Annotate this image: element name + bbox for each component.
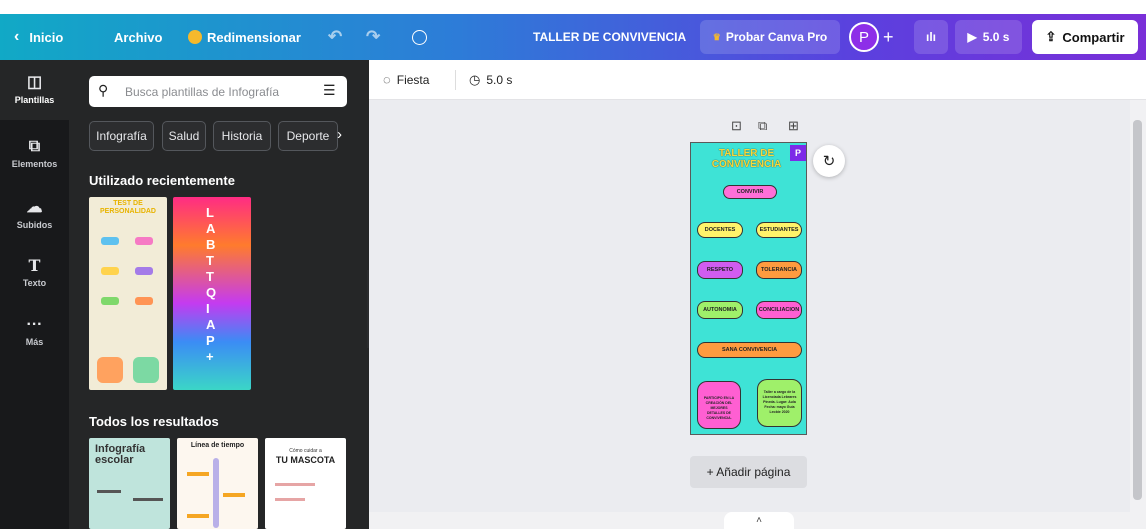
redo-icon[interactable]: ↷ [366,14,380,60]
animation-button[interactable]: ◌ Fiesta [383,72,429,87]
search-icon: ⚲ [98,82,109,98]
template-thumb-mascota[interactable]: Cómo cuidar a TU MASCOTA [265,438,346,529]
horizontal-scrollbar[interactable]: ˄ [369,512,1146,529]
template-thumb-test[interactable]: TEST DE PERSONALIDAD [89,197,167,390]
vertical-scrollbar[interactable] [1130,100,1146,514]
present-button[interactable]: ▶ 5.0 s [955,20,1022,54]
animation-toolbar: ◌ Fiesta ◷ 5.0 s [369,60,1146,100]
undo-icon[interactable]: ↶ [328,14,342,60]
rail-elements[interactable]: ⧉ Elementos [0,138,69,169]
chip-salud[interactable]: Salud [162,121,206,151]
chip-deporte[interactable]: Deporte [278,121,338,151]
top-bar: ‹ Inicio Archivo Redimensionar ↶ ↷ TALLER… [0,14,1146,60]
browser-strip [0,0,1146,14]
elements-icon: ⧉ [28,138,41,155]
clock-icon: ◷ [469,72,481,87]
lock-icon[interactable]: ⊡ [731,118,742,134]
duration-button[interactable]: ◷ 5.0 s [469,72,512,88]
text-icon: T [28,256,41,275]
chip-infografia[interactable]: Infografía [89,121,154,151]
scroll-thumb[interactable] [1133,120,1142,500]
share-button[interactable]: ⇪ Compartir [1032,20,1138,54]
template-thumb-pride[interactable]: LABTTQIAP+ [173,197,251,390]
share-icon: ⇪ [1045,29,1057,44]
rail-templates[interactable]: ◫ Plantillas [0,72,69,105]
rail-uploads[interactable]: ☁ Subidos [0,197,69,230]
more-icon: ··· [26,316,43,333]
resize-button[interactable]: Redimensionar [188,14,301,60]
templates-panel: ⚲ Busca plantillas de Infografía ☰ Infog… [69,60,369,529]
try-pro-button[interactable]: ♛ Probar Canva Pro [700,20,840,54]
rail-text[interactable]: T Texto [0,256,69,288]
template-thumb-linea-tiempo[interactable]: Línea de tiempo [177,438,258,529]
saved-status-icon[interactable] [412,14,427,60]
play-icon: ▶ [967,30,977,44]
template-thumb-infografia-escolar[interactable]: Infografía escolar [89,438,170,529]
chevron-right-icon[interactable]: › [337,126,342,143]
add-page-button[interactable]: + Añadir página [690,456,807,488]
filter-icon[interactable]: ☰ [323,82,336,99]
magic-refresh-icon[interactable]: ↻ [813,145,845,177]
crown-icon [188,30,202,44]
crown-icon: ♛ [712,31,721,42]
recent-heading: Utilizado recientemente [89,173,235,188]
side-rail: ◫ Plantillas ⧉ Elementos ☁ Subidos T Texto ·… [0,60,69,529]
duplicate-page-icon[interactable]: ⧉ [758,118,767,134]
upload-icon: ☁ [26,199,43,216]
chevron-left-icon: ‹ [14,28,20,45]
design-title[interactable]: TALLER DE CONVIVENCIA [533,14,686,60]
results-heading: Todos los resultados [89,414,219,429]
add-collaborator-icon[interactable]: + [883,14,894,60]
back-button[interactable]: ‹ Inicio [14,14,63,60]
avatar[interactable]: P [849,22,879,52]
file-menu[interactable]: Archivo [114,14,162,60]
add-page-icon[interactable]: ⊞ [788,118,799,134]
insights-icon[interactable]: ılı [914,20,948,54]
search-input[interactable]: ⚲ Busca plantillas de Infografía ☰ [89,76,347,107]
chip-historia[interactable]: Historia [213,121,271,151]
design-page[interactable]: TALLER DE CONVIVENCIA P CONVIVIR DOCENTE… [690,142,807,435]
template-icon: ◫ [26,74,43,91]
animation-icon: ◌ [383,72,391,87]
chevron-up-icon[interactable]: ˄ [724,512,794,529]
rail-more[interactable]: ··· Más [0,316,69,347]
